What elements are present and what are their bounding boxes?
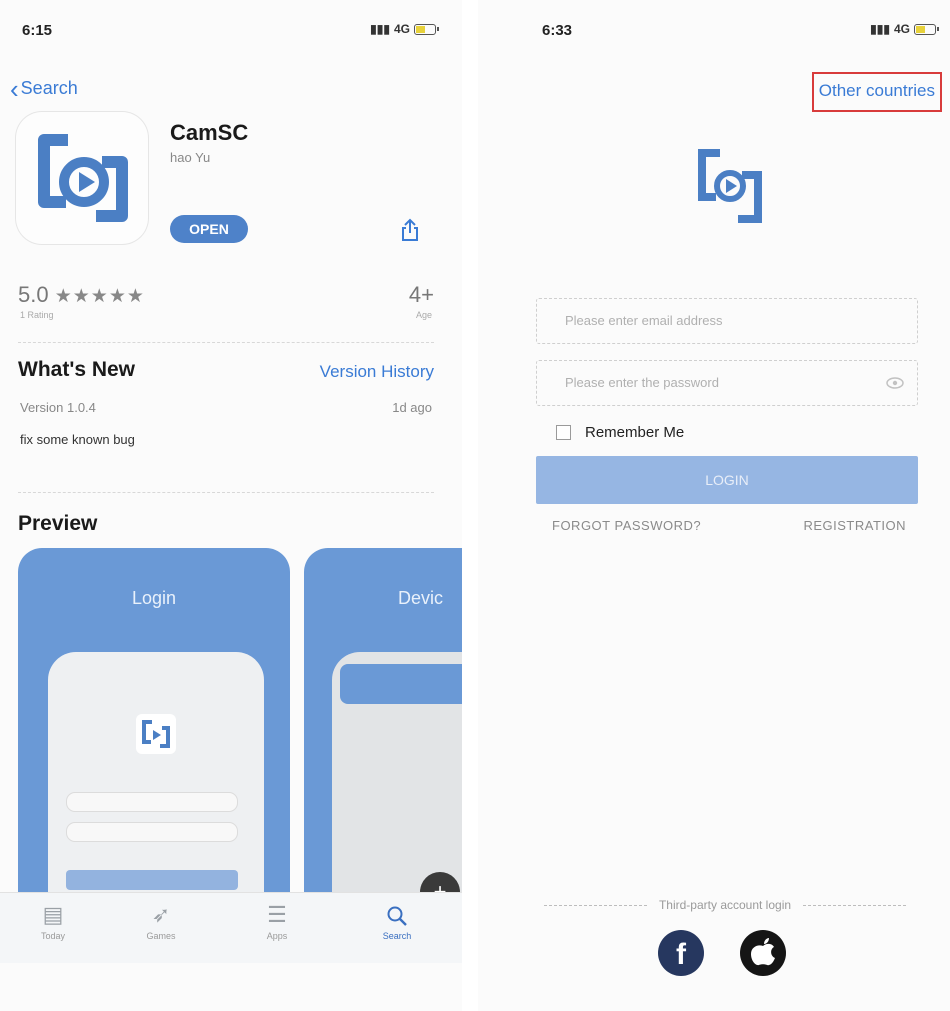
checkbox-box[interactable] [556,425,571,440]
camsc-logo-icon [690,145,770,227]
back-to-search-button[interactable]: ‹ Search [10,73,78,104]
preview-login-button [66,870,238,890]
facebook-icon: f [676,938,686,971]
preview-caption: Devic [398,588,444,608]
rating-stars: ★★★★★ [54,286,145,307]
search-icon [362,899,432,931]
apps-icon: ☰ [267,902,287,927]
age-rating: 4+ [408,282,434,307]
preview-logo-icon [136,714,176,754]
app-icon [16,112,148,244]
login-button[interactable]: LOGIN [536,456,918,504]
status-indicators: ▮▮▮ 4G [370,22,439,36]
tab-label: Today [40,931,66,941]
password-field[interactable]: Please enter the password [536,360,918,406]
apple-login-button[interactable] [740,930,786,976]
battery-icon [914,23,939,35]
rating-summary: 5.0 ★★★★★ [18,282,145,308]
third-party-divider: Third-party account login [544,898,907,912]
tab-search[interactable]: Search [362,899,432,941]
other-countries-button[interactable]: Other countries [811,72,942,112]
preview-screenshot[interactable]: Login [18,548,290,928]
release-notes: fix some known bug [20,432,135,447]
password-placeholder: Please enter the password [565,375,719,390]
registration-link[interactable]: REGISTRATION [803,518,906,533]
screen-gutter [462,0,478,1011]
games-icon: ➶ [151,902,171,927]
preview-password-field [66,822,238,842]
tab-today[interactable]: ▤ Today [18,899,88,941]
app-store-screen: 6:15 ▮▮▮ 4G ‹ Search CamSC hao Yu OPEN 5… [0,0,462,1011]
apple-icon [751,938,775,966]
version-number: Version 1.0.4 [20,400,96,415]
preview-phone-mockup [48,652,264,928]
preview-screenshot[interactable]: Devic [304,548,462,928]
preview-caption: Login [131,588,177,608]
tab-bar: ▤ Today ➶ Games ☰ Apps Search [0,892,462,963]
status-indicators: ▮▮▮ 4G [870,22,939,36]
version-history-link[interactable]: Version History [320,362,434,382]
battery-icon [414,23,439,35]
remember-me-label: Remember Me [585,424,685,441]
today-icon: ▤ [42,902,64,927]
divider [18,492,434,494]
ratings-count: 1 Rating [20,310,54,320]
app-name: CamSC [170,120,249,145]
forgot-password-link[interactable]: FORGOT PASSWORD? [552,518,701,533]
third-party-label: Third-party account login [658,898,792,912]
eye-icon[interactable] [885,374,905,392]
back-label: Search [20,78,78,98]
share-icon[interactable] [398,218,422,242]
network-type: 4G [393,22,410,36]
app-developer: hao Yu [170,150,211,165]
status-time: 6:15 [22,22,53,39]
remember-me-checkbox[interactable]: Remember Me [556,424,684,441]
tab-label: Games [146,931,176,941]
camsc-logo-icon [38,134,128,222]
open-app-button[interactable]: OPEN [170,215,248,243]
email-field[interactable]: Please enter email address [536,298,918,344]
age-label: Age [415,310,432,320]
tab-apps[interactable]: ☰ Apps [242,899,312,941]
preview-email-field [66,792,238,812]
preview-heading: Preview [18,512,98,535]
chevron-left-icon: ‹ [10,73,19,104]
preview-header-bar [340,664,462,704]
tab-label: Search [382,931,412,941]
tab-games[interactable]: ➶ Games [126,899,196,941]
signal-icon: ▮▮▮ [370,22,390,36]
email-placeholder: Please enter email address [565,313,723,328]
divider [18,342,434,344]
rating-value: 5.0 [18,282,49,307]
signal-icon: ▮▮▮ [870,22,890,36]
login-screen: 6:33 ▮▮▮ 4G Other countries Please enter… [478,0,950,1011]
status-time: 6:33 [542,22,573,39]
tab-label: Apps [266,931,288,941]
facebook-login-button[interactable]: f [658,930,704,976]
release-date: 1d ago [392,400,432,415]
network-type: 4G [893,22,910,36]
whats-new-heading: What's New [18,358,136,381]
